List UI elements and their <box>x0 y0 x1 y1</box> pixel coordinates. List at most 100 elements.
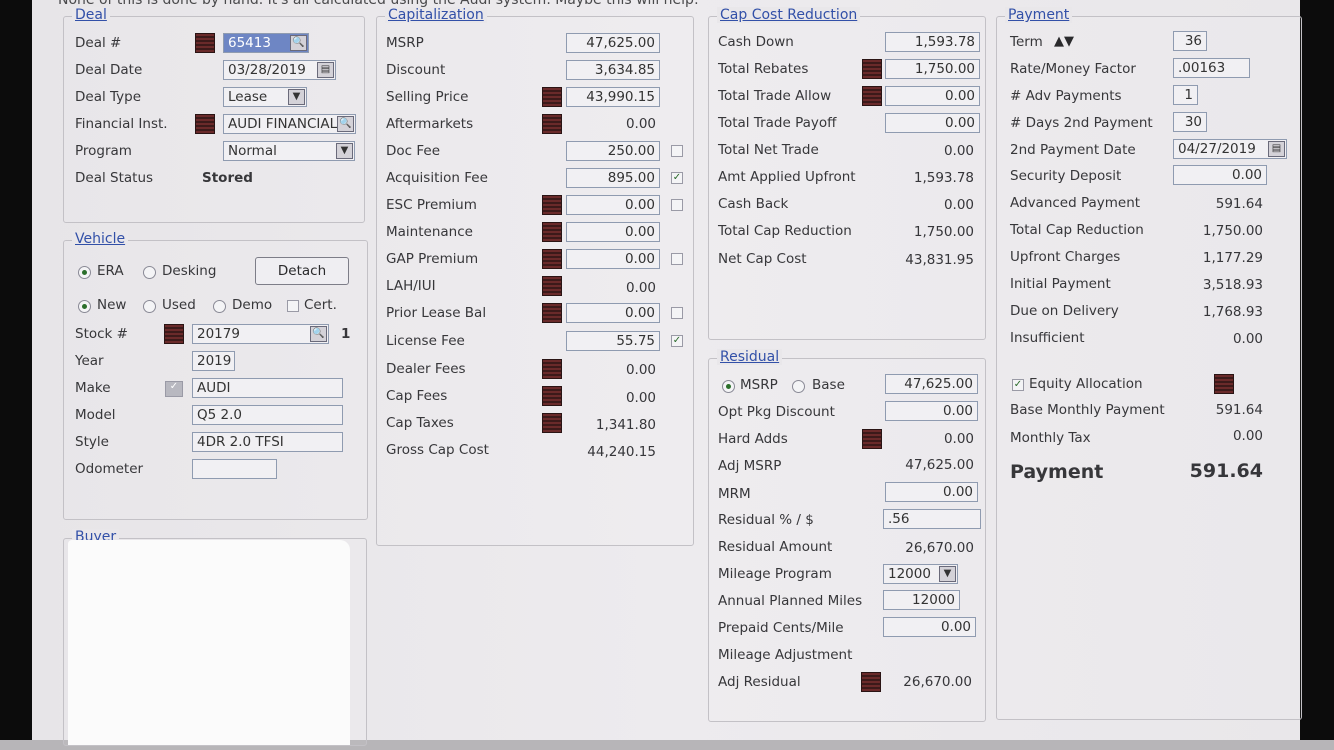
calculator-icon[interactable] <box>164 324 184 344</box>
adv-payments-field[interactable]: 1 <box>1173 85 1198 105</box>
year-field[interactable]: 2019 <box>192 351 235 371</box>
demo-radio[interactable] <box>213 300 226 313</box>
total-trade-payoff-field[interactable]: 0.00 <box>885 113 980 133</box>
search-icon[interactable]: 🔍 <box>337 116 354 132</box>
make-lock-checkbox[interactable]: ✓ <box>165 381 183 397</box>
residual-msrp-radio[interactable] <box>722 380 735 393</box>
calculator-icon[interactable] <box>862 86 882 106</box>
acquisition-fee-field[interactable]: 895.00 <box>566 168 660 188</box>
mileage-program-select[interactable]: 12000 ▼ <box>883 564 958 584</box>
calculator-icon[interactable] <box>195 114 215 134</box>
gap-premium-checkbox[interactable] <box>671 253 683 265</box>
cash-down-field[interactable]: 1,593.78 <box>885 32 980 52</box>
era-radio[interactable] <box>78 266 91 279</box>
residual-msrp-field[interactable]: 47,625.00 <box>885 374 978 394</box>
deal-date-label: Deal Date <box>75 62 143 78</box>
dealer-fees-value: 0.00 <box>625 362 656 378</box>
rate-money-factor-field[interactable]: .00163 <box>1173 58 1250 78</box>
calculator-icon[interactable] <box>542 114 562 134</box>
calculator-icon[interactable] <box>1214 374 1234 394</box>
calculator-icon[interactable] <box>542 303 562 323</box>
term-field[interactable]: 36 <box>1173 31 1207 51</box>
desking-radio[interactable] <box>143 266 156 279</box>
chevron-down-icon[interactable]: ▼ <box>939 566 956 582</box>
deal-title: Deal <box>72 7 110 23</box>
discount-field[interactable]: 3,634.85 <box>566 60 660 80</box>
acquisition-fee-checkbox[interactable]: ✓ <box>671 172 683 184</box>
search-icon[interactable]: 🔍 <box>310 326 327 342</box>
financial-inst-field[interactable]: AUDI FINANCIAL 🔍 <box>223 114 356 134</box>
stock-field[interactable]: 20179 🔍 <box>192 324 329 344</box>
doc-fee-checkbox[interactable] <box>671 145 683 157</box>
calculator-icon[interactable] <box>542 386 562 406</box>
calendar-icon[interactable]: ▤ <box>317 62 334 78</box>
cert-checkbox[interactable] <box>287 300 299 312</box>
calculator-icon[interactable] <box>542 195 562 215</box>
new-label: New <box>97 297 127 313</box>
new-radio[interactable] <box>78 300 91 313</box>
equity-allocation-checkbox[interactable]: ✓ <box>1012 379 1024 391</box>
chevron-down-icon[interactable]: ▼ <box>288 89 305 105</box>
total-trade-allow-field[interactable]: 0.00 <box>885 86 980 106</box>
upfront-charges-value: 1,177.29 <box>1202 250 1263 266</box>
program-select[interactable]: Normal ▼ <box>223 141 355 161</box>
stock-count: 1 <box>341 326 351 342</box>
calendar-icon[interactable]: ▤ <box>1268 141 1285 157</box>
prepaid-cents-field[interactable]: 0.00 <box>883 617 976 637</box>
style-field[interactable]: 4DR 2.0 TFSI <box>192 432 343 452</box>
due-on-delivery-label: Due on Delivery <box>1010 303 1119 319</box>
insufficient-label: Insufficient <box>1010 330 1085 346</box>
residual-pct-field[interactable]: .56 <box>883 509 981 529</box>
residual-base-radio[interactable] <box>792 380 805 393</box>
deal-date-field[interactable]: 03/28/2019 ▤ <box>223 60 336 80</box>
esc-premium-checkbox[interactable] <box>671 199 683 211</box>
detach-button[interactable]: Detach <box>255 257 349 285</box>
residual-msrp-label: MSRP <box>740 377 778 393</box>
days-2nd-payment-field[interactable]: 30 <box>1173 112 1207 132</box>
total-net-trade-label: Total Net Trade <box>718 142 819 158</box>
net-cap-cost-label: Net Cap Cost <box>718 251 807 267</box>
calculator-icon[interactable] <box>542 222 562 242</box>
2nd-payment-date-field[interactable]: 04/27/2019 ▤ <box>1173 139 1287 159</box>
prior-lease-bal-checkbox[interactable] <box>671 307 683 319</box>
used-radio[interactable] <box>143 300 156 313</box>
calculator-icon[interactable] <box>542 359 562 379</box>
license-fee-field[interactable]: 55.75 <box>566 331 660 351</box>
search-icon[interactable]: 🔍 <box>290 35 307 51</box>
calculator-icon[interactable] <box>542 413 562 433</box>
calculator-icon[interactable] <box>542 276 562 296</box>
selling-price-field[interactable]: 43,990.15 <box>566 87 660 107</box>
sort-arrows-icon[interactable]: ▲▼ <box>1054 34 1074 49</box>
chevron-down-icon[interactable]: ▼ <box>336 143 353 159</box>
deal-number-field[interactable]: 65413 🔍 <box>223 33 309 53</box>
msrp-field[interactable]: 47,625.00 <box>566 33 660 53</box>
calculator-icon[interactable] <box>862 59 882 79</box>
odometer-field[interactable] <box>192 459 277 479</box>
monthly-tax-label: Monthly Tax <box>1010 430 1091 446</box>
residual-pct-label: Residual % / $ <box>718 512 814 528</box>
calculator-icon[interactable] <box>542 249 562 269</box>
make-label: Make <box>75 380 111 396</box>
license-fee-checkbox[interactable]: ✓ <box>671 335 683 347</box>
doc-fee-field[interactable]: 250.00 <box>566 141 660 161</box>
gap-premium-field[interactable]: 0.00 <box>566 249 660 269</box>
security-deposit-label: Security Deposit <box>1010 168 1122 184</box>
calculator-icon[interactable] <box>195 33 215 53</box>
maintenance-field[interactable]: 0.00 <box>566 222 660 242</box>
acquisition-fee-label: Acquisition Fee <box>386 170 488 186</box>
calculator-icon[interactable] <box>862 429 882 449</box>
lah-iui-label: LAH/IUI <box>386 278 436 294</box>
annual-planned-miles-field[interactable]: 12000 <box>883 590 960 610</box>
model-field[interactable]: Q5 2.0 <box>192 405 343 425</box>
make-field[interactable]: AUDI <box>192 378 343 398</box>
deal-status-label: Deal Status <box>75 170 154 186</box>
security-deposit-field[interactable]: 0.00 <box>1173 165 1267 185</box>
calculator-icon[interactable] <box>542 87 562 107</box>
prior-lease-bal-field[interactable]: 0.00 <box>566 303 660 323</box>
opt-pkg-discount-field[interactable]: 0.00 <box>885 401 978 421</box>
deal-type-select[interactable]: Lease ▼ <box>223 87 307 107</box>
payment-total-label: Payment <box>1010 461 1104 483</box>
total-rebates-field[interactable]: 1,750.00 <box>885 59 980 79</box>
mrm-field[interactable]: 0.00 <box>885 482 978 502</box>
esc-premium-field[interactable]: 0.00 <box>566 195 660 215</box>
